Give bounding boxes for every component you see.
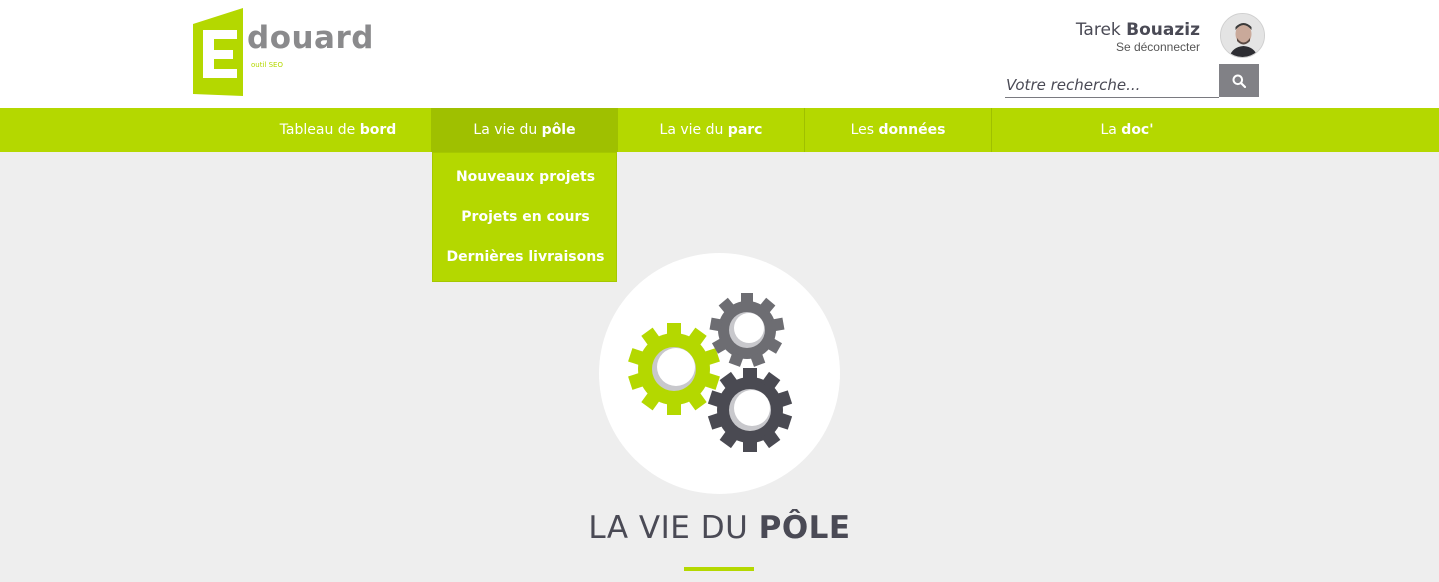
dropdown-item-nouveaux-projets[interactable]: Nouveaux projets — [433, 157, 618, 197]
nav-label: Tableau de — [279, 122, 360, 138]
nav-item-les-donnees[interactable]: Les données — [805, 108, 991, 152]
page-title: LA VIE DU PÔLE — [0, 510, 1439, 546]
nav-label: Les — [850, 122, 879, 138]
user-last-name: Bouaziz — [1126, 20, 1200, 40]
logo-wordmark: douard — [247, 20, 374, 56]
grey-gear-icon — [709, 293, 785, 367]
nav-item-la-doc[interactable]: La doc' — [992, 108, 1262, 152]
edouard-logo[interactable]: douard outil SEO — [193, 8, 373, 96]
logout-link[interactable]: Se déconnecter — [1076, 40, 1200, 54]
logo-tagline: outil SEO — [251, 61, 283, 69]
avatar-image — [1221, 14, 1264, 57]
nav-label: La vie du — [473, 122, 542, 138]
dropdown-menu: Nouveaux projets Projets en cours Derniè… — [432, 152, 617, 282]
search-icon — [1232, 74, 1246, 88]
user-first-name: Tarek — [1075, 20, 1121, 40]
title-underline — [684, 567, 754, 571]
main-nav: Tableau de bord La vie du pôle La vie du… — [0, 108, 1439, 152]
nav-item-vie-du-pole[interactable]: La vie du pôle — [432, 108, 617, 152]
nav-label-bold: parc — [727, 122, 763, 138]
dropdown-item-dernieres-livraisons[interactable]: Dernières livraisons — [433, 237, 618, 277]
user-name: Tarek Bouaziz — [1076, 20, 1200, 40]
nav-label-bold: données — [878, 122, 946, 138]
logo-e-icon — [193, 8, 243, 96]
page-title-prefix: LA VIE DU — [588, 510, 759, 546]
page-title-bold: PÔLE — [758, 510, 851, 546]
hero-icon-circle — [599, 253, 840, 494]
header: douard outil SEO Tarek Bouaziz Se déconn… — [0, 0, 1439, 108]
gears-icon — [628, 293, 793, 452]
green-gear-icon — [628, 323, 720, 415]
search-bar — [1005, 64, 1259, 98]
search-input[interactable] — [1005, 72, 1219, 98]
nav-label: La vie du — [659, 122, 728, 138]
avatar[interactable] — [1220, 13, 1265, 58]
nav-item-vie-du-parc[interactable]: La vie du parc — [618, 108, 804, 152]
nav-item-tableau-de-bord[interactable]: Tableau de bord — [245, 108, 431, 152]
nav-label: La — [1100, 122, 1122, 138]
search-button[interactable] — [1219, 64, 1259, 97]
nav-label-bold: pôle — [541, 122, 576, 138]
user-block: Tarek Bouaziz Se déconnecter — [1076, 20, 1200, 54]
dropdown-item-projets-en-cours[interactable]: Projets en cours — [433, 197, 618, 237]
dark-gear-icon — [707, 368, 793, 452]
nav-label-bold: bord — [359, 122, 397, 138]
nav-label-bold: doc' — [1121, 122, 1154, 138]
